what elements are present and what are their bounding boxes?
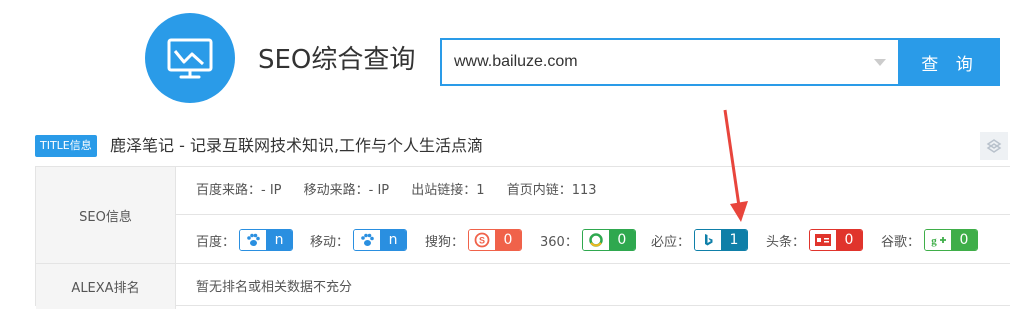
- row-divider: [36, 263, 1010, 264]
- 360-icon: [582, 230, 609, 250]
- engine-value: 0: [836, 230, 863, 250]
- bing-icon: [695, 230, 722, 250]
- paw-icon: [240, 230, 267, 250]
- engine-value: 0: [495, 230, 522, 250]
- engine-label: 头条：: [766, 234, 806, 250]
- toutiao-icon: [810, 230, 837, 250]
- engine-toutiao[interactable]: 头条： 0: [766, 228, 864, 252]
- engine-label: 必应：: [651, 234, 691, 250]
- engine-label: 谷歌：: [881, 234, 921, 250]
- search-button[interactable]: 查 询: [900, 38, 1000, 86]
- mobile-source: 移动来路：- IP: [303, 183, 390, 198]
- page-title: SEO综合查询: [258, 45, 416, 75]
- engine-value: n: [266, 230, 293, 250]
- copy-icon[interactable]: [980, 132, 1008, 160]
- svg-text:S: S: [479, 236, 485, 246]
- alexa-label: ALEXA排名: [36, 264, 176, 309]
- chevron-down-icon[interactable]: [874, 59, 886, 66]
- engine-value: 0: [608, 230, 635, 250]
- seo-stats-row: 百度来路：- IP 移动来路：- IP 出站链接：1 首页内链：113: [196, 180, 597, 202]
- engine-google[interactable]: 谷歌： g 0: [881, 228, 979, 252]
- engine-label: 搜狗：: [425, 234, 465, 250]
- chart-monitor-icon: [167, 38, 213, 79]
- outlinks[interactable]: 出站链接：1: [411, 183, 484, 198]
- engine-label: 移动：: [310, 234, 350, 250]
- baidu-source: 百度来路：- IP: [196, 183, 282, 198]
- paw-icon: [354, 230, 381, 250]
- sogou-icon: S: [469, 230, 496, 250]
- app-logo: [145, 13, 235, 103]
- svg-text:g: g: [931, 235, 937, 247]
- engine-label: 360：: [540, 234, 578, 250]
- inlinks[interactable]: 首页内链：113: [507, 183, 597, 198]
- annotation-arrow: [715, 108, 755, 230]
- alexa-value: 暂无排名或相关数据不充分: [196, 280, 353, 295]
- engine-360[interactable]: 360： 0: [540, 228, 636, 252]
- seo-info-label: SEO信息: [36, 167, 176, 263]
- row-divider: [176, 214, 1010, 215]
- search-box[interactable]: [440, 38, 900, 86]
- site-title-text: 鹿泽笔记 - 记录互联网技术知识,工作与个人生活点滴: [110, 136, 484, 155]
- title-badge: TITLE信息: [35, 135, 97, 157]
- engine-value: n: [380, 230, 407, 250]
- engine-baidu[interactable]: 百度： n: [196, 228, 294, 252]
- engine-sogou[interactable]: 搜狗： S 0: [425, 228, 523, 252]
- engine-bing[interactable]: 必应： 1: [651, 228, 749, 252]
- engine-value: 1: [721, 230, 748, 250]
- engine-mobile[interactable]: 移动： n: [310, 228, 408, 252]
- engine-label: 百度：: [196, 234, 236, 250]
- google-plus-icon: g: [925, 230, 952, 250]
- engine-value: 0: [951, 230, 978, 250]
- search-input[interactable]: [454, 40, 854, 84]
